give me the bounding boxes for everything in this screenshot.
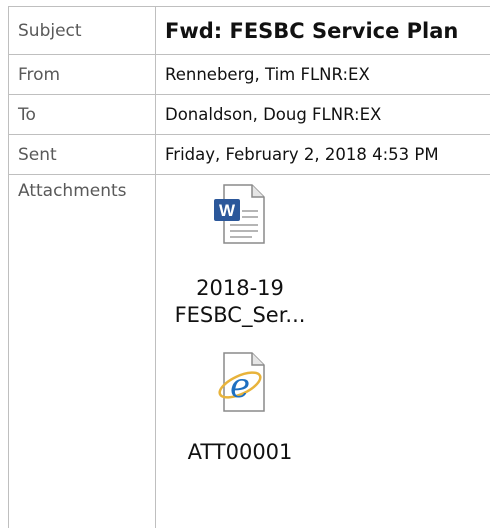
attachments-cell: W 2018-19 FESBC_Ser... e ATT00001 (156, 175, 490, 528)
attachments-label: Attachments (9, 175, 156, 528)
to-value: Donaldson, Doug FLNR:EX (156, 95, 490, 135)
subject-label: Subject (9, 7, 156, 55)
attachment-att00001[interactable]: e ATT00001 (165, 349, 315, 466)
attachments-list: W 2018-19 FESBC_Ser... e ATT00001 (165, 181, 490, 521)
sent-value: Friday, February 2, 2018 4:53 PM (156, 135, 490, 175)
svg-text:e: e (230, 366, 250, 406)
svg-text:W: W (219, 201, 236, 220)
attachments-row: Attachments W 2018-19 FESBC_Se (9, 175, 490, 528)
from-value: Renneberg, Tim FLNR:EX (156, 55, 490, 95)
attachment-name: 2018-19 FESBC_Ser... (165, 275, 315, 329)
subject-row: Subject Fwd: FESBC Service Plan (9, 7, 490, 55)
from-row: From Renneberg, Tim FLNR:EX (9, 55, 490, 95)
attachment-name: ATT00001 (165, 439, 315, 466)
email-header-table: Subject Fwd: FESBC Service Plan From Ren… (8, 6, 490, 528)
sent-label: Sent (9, 135, 156, 175)
attachment-word-document[interactable]: W 2018-19 FESBC_Ser... (165, 181, 315, 329)
subject-value: Fwd: FESBC Service Plan (156, 7, 490, 55)
to-row: To Donaldson, Doug FLNR:EX (9, 95, 490, 135)
word-document-icon: W (212, 181, 268, 247)
to-label: To (9, 95, 156, 135)
from-label: From (9, 55, 156, 95)
internet-explorer-file-icon: e (212, 349, 268, 415)
sent-row: Sent Friday, February 2, 2018 4:53 PM (9, 135, 490, 175)
